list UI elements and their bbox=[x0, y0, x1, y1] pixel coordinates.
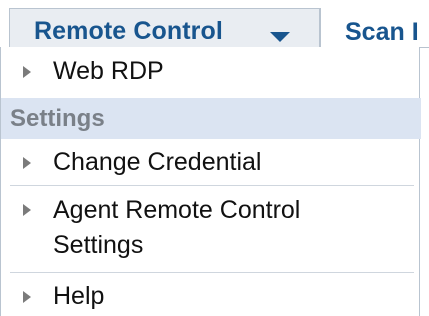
tab-scan[interactable]: Scan I bbox=[320, 8, 429, 47]
tab-remote-control[interactable]: Remote Control bbox=[9, 8, 320, 47]
menu-item-web-rdp-label: Web RDP bbox=[53, 57, 164, 85]
remote-control-dropdown-menu: Web RDP Settings Change Credential Agent… bbox=[0, 47, 421, 316]
menu-item-agent-remote-control-settings[interactable]: Agent Remote Control Settings bbox=[10, 186, 414, 272]
menu-item-change-credential[interactable]: Change Credential bbox=[10, 140, 414, 184]
app-root: Remote Control Scan I Web RDP Settings C… bbox=[0, 0, 429, 316]
menu-item-agent-remote-control-label-line1: Agent Remote Control bbox=[53, 196, 301, 224]
top-tab-bar: Remote Control Scan I bbox=[0, 0, 429, 48]
caret-right-icon bbox=[23, 157, 31, 169]
menu-item-change-credential-label: Change Credential bbox=[53, 148, 262, 176]
menu-item-web-rdp[interactable]: Web RDP bbox=[10, 47, 414, 97]
tab-scan-label: Scan I bbox=[345, 18, 419, 46]
menu-item-agent-remote-control-label-line2: Settings bbox=[53, 231, 144, 259]
tab-remote-control-label: Remote Control bbox=[34, 17, 223, 45]
caret-right-icon bbox=[23, 66, 31, 78]
caret-right-icon bbox=[23, 204, 31, 216]
menu-item-help[interactable]: Help bbox=[10, 273, 414, 316]
settings-section-header: Settings bbox=[1, 98, 421, 139]
settings-section-label: Settings bbox=[10, 105, 105, 132]
menu-item-help-label: Help bbox=[53, 282, 105, 310]
chevron-down-icon[interactable] bbox=[270, 32, 290, 42]
caret-right-icon bbox=[23, 291, 31, 303]
